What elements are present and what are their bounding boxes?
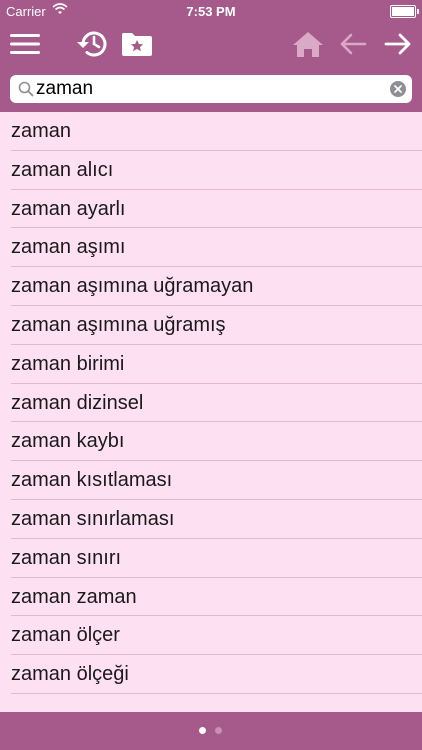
toolbar	[0, 22, 422, 66]
search-bar	[0, 66, 422, 112]
favorites-folder-icon	[122, 33, 152, 56]
list-item-label: zaman birimi	[11, 352, 125, 375]
list-item[interactable]: zaman birimi	[0, 345, 422, 384]
results-list: zaman zaman alıcı zaman ayarlı zaman aşı…	[0, 112, 422, 712]
list-item[interactable]: zaman ölçer	[0, 616, 422, 656]
clock: 7:53 PM	[186, 4, 236, 19]
search-box[interactable]	[10, 75, 412, 103]
list-item[interactable]: zaman kaybı	[0, 422, 422, 462]
list-item-label: zaman sınırı	[11, 546, 122, 569]
menu-icon	[10, 34, 40, 54]
list-item-label: zaman	[11, 120, 72, 142]
list-item-label: zaman kaybı	[11, 430, 125, 453]
history-icon	[77, 31, 107, 57]
favorites-button[interactable]	[120, 22, 154, 66]
search-icon	[18, 81, 34, 97]
list-item[interactable]: zaman zaman	[0, 578, 422, 617]
list-item-label: zaman aşımına uğramış	[11, 313, 226, 336]
separator	[11, 692, 422, 694]
back-arrow-icon	[340, 33, 367, 55]
list-item[interactable]: zaman ayarlı	[0, 190, 422, 229]
history-button[interactable]	[74, 22, 110, 66]
menu-button[interactable]	[8, 22, 42, 66]
page-indicator-bar	[0, 712, 422, 750]
list-item-label: zaman ayarlı	[11, 197, 126, 220]
forward-arrow-icon	[384, 33, 411, 55]
list-item-label: zaman dizinsel	[11, 391, 144, 414]
list-item[interactable]: zaman	[0, 112, 422, 151]
list-item[interactable]: zaman ölçeği	[0, 655, 422, 694]
page-dot-active[interactable]	[199, 727, 206, 734]
home-icon	[293, 32, 323, 57]
list-item[interactable]: zaman kısıtlaması	[0, 461, 422, 500]
list-item[interactable]: zaman aşımına uğramayan	[0, 267, 422, 306]
page-dot[interactable]	[215, 727, 222, 734]
list-item[interactable]: zaman sınırlaması	[0, 500, 422, 539]
battery-icon	[390, 5, 419, 18]
forward-button[interactable]	[380, 22, 416, 66]
status-bar: Carrier 7:53 PM	[0, 0, 422, 22]
back-button[interactable]	[336, 22, 370, 66]
list-item-label: zaman ölçeği	[11, 663, 129, 686]
home-button[interactable]	[290, 22, 326, 66]
list-item[interactable]: zaman dizinsel	[0, 384, 422, 423]
list-item-label: zaman ölçer	[11, 624, 120, 647]
list-item-label: zaman zaman	[11, 585, 137, 608]
list-item[interactable]: zaman aşımına uğramış	[0, 306, 422, 345]
list-item[interactable]: zaman alıcı	[0, 151, 422, 190]
search-input[interactable]	[36, 77, 376, 101]
list-item-label: zaman alıcı	[11, 158, 114, 181]
list-item-label: zaman aşımına uğramayan	[11, 275, 254, 298]
list-item-label: zaman kısıtlaması	[11, 469, 173, 492]
list-item-label: zaman sınırlaması	[11, 507, 175, 530]
list-item[interactable]: zaman aşımı	[0, 228, 422, 268]
list-item[interactable]: zaman sınırı	[0, 539, 422, 578]
clear-icon[interactable]	[390, 81, 406, 97]
list-item-label: zaman aşımı	[11, 236, 126, 259]
